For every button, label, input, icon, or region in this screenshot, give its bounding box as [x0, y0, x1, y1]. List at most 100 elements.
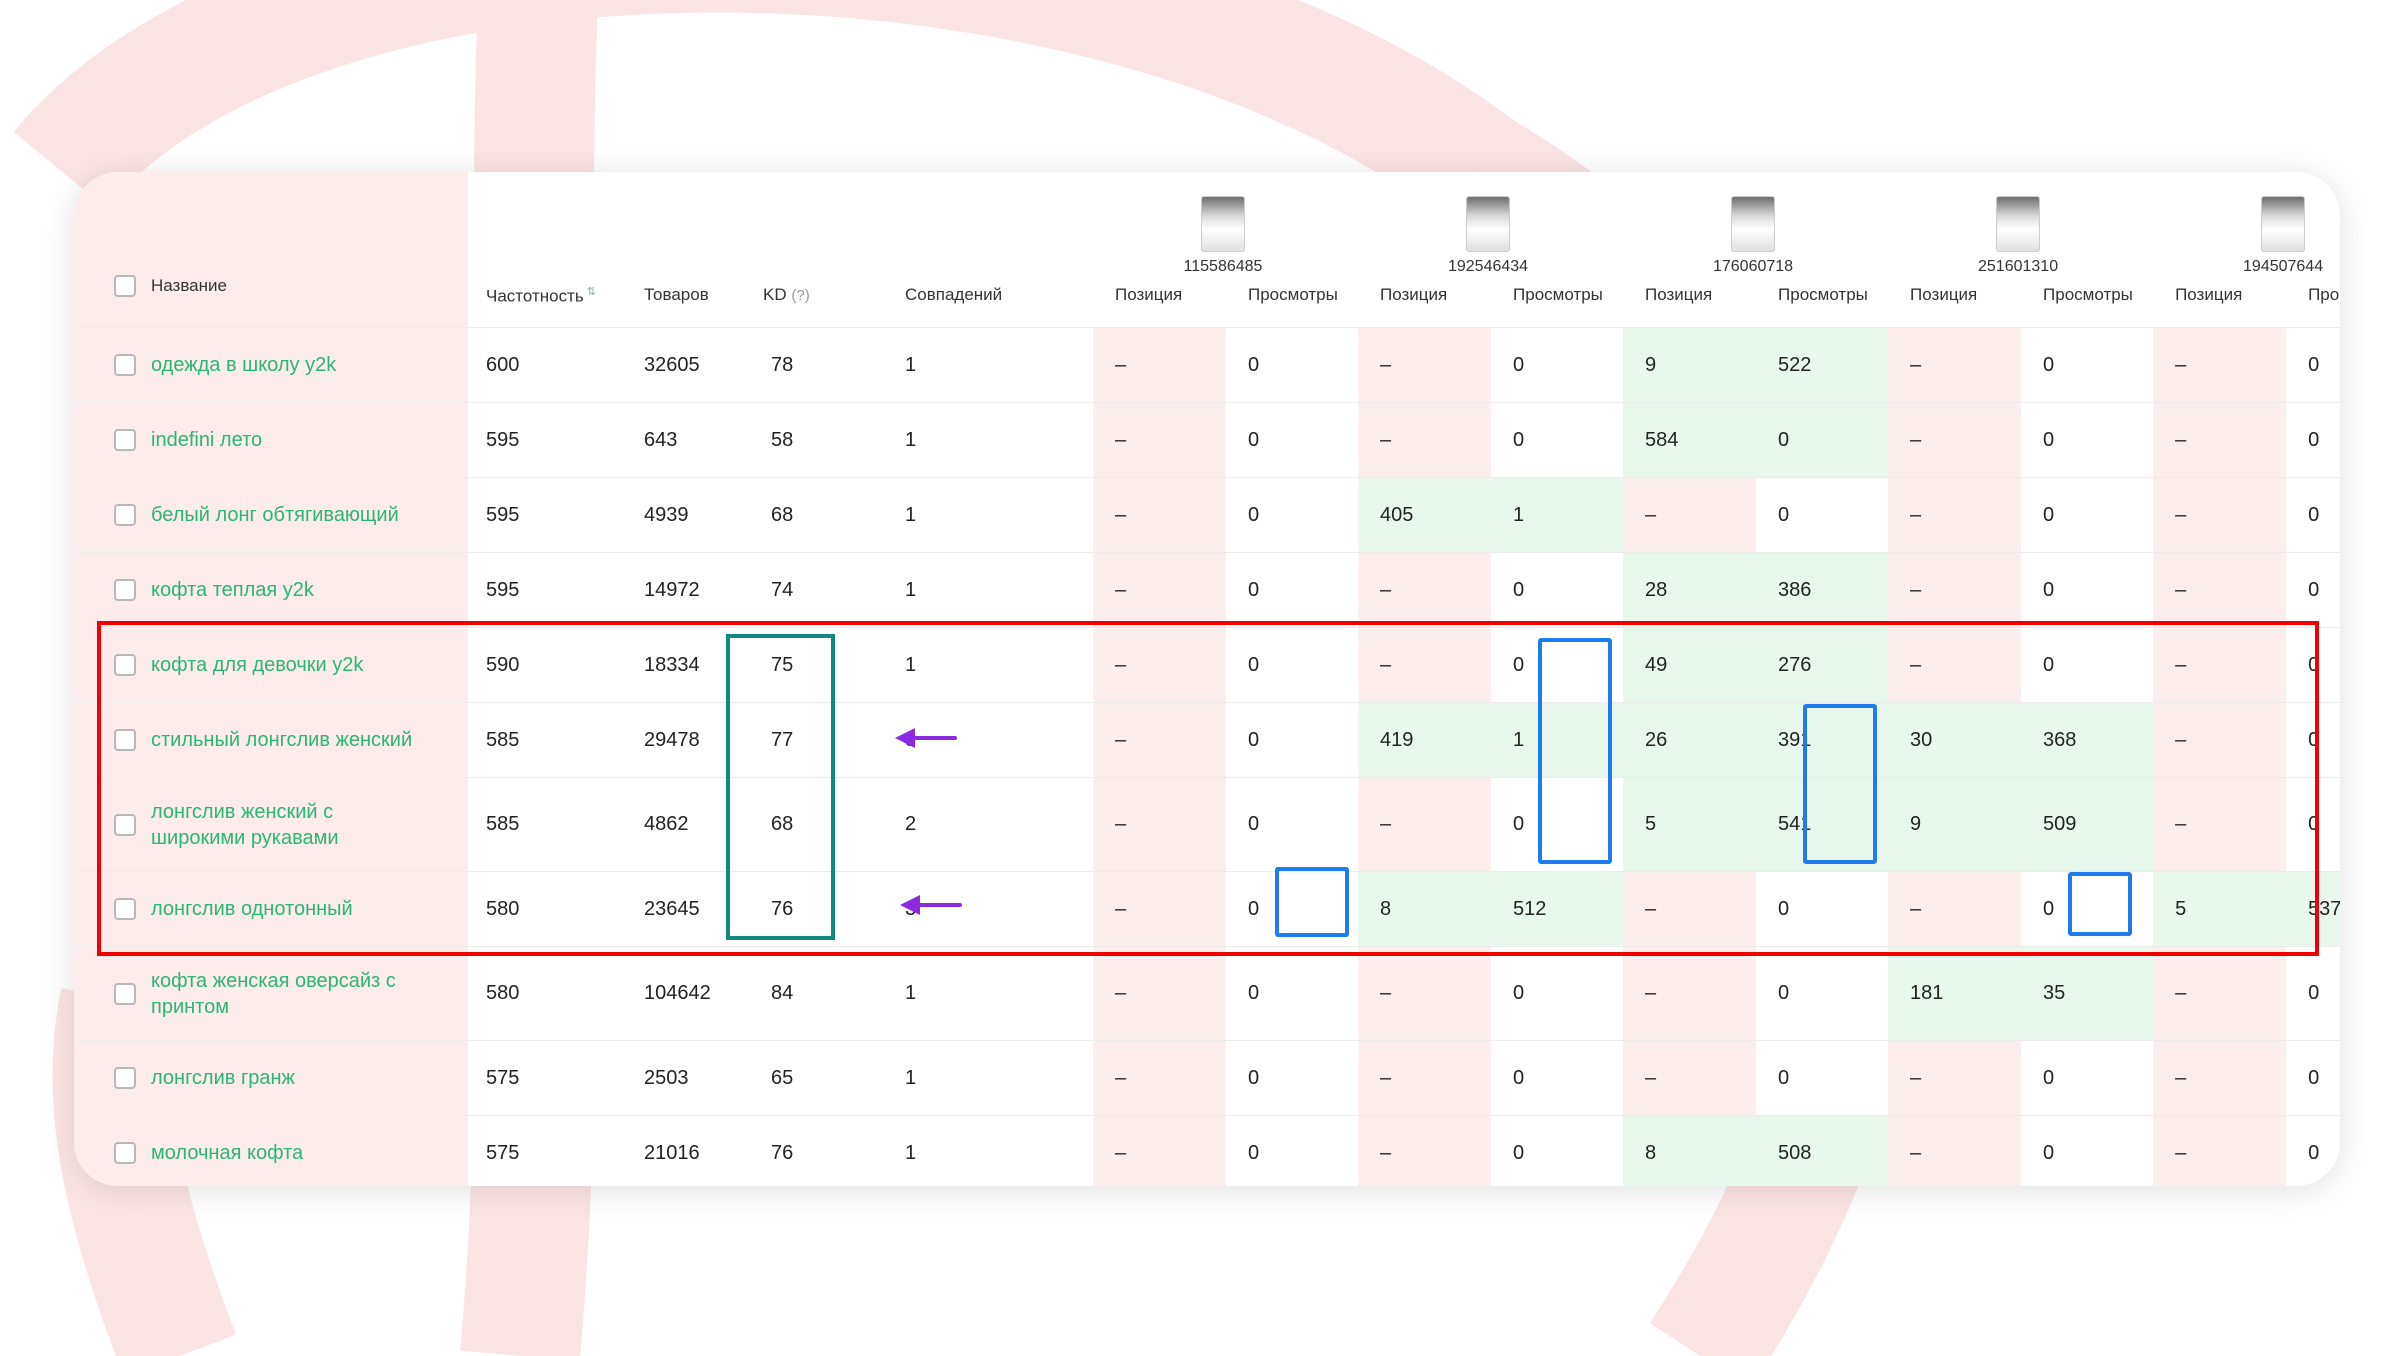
kd-cell: 74: [753, 552, 853, 628]
product-group-4: 251601310 Позиция Просмотры: [1888, 172, 2154, 328]
matches-cell: 1: [853, 477, 1093, 553]
views-cell: 0: [2286, 402, 2340, 478]
frequency-cell: 595: [468, 402, 626, 478]
position-cell: –: [1358, 327, 1492, 403]
keyword-link[interactable]: кофта женская оверсайз с принтом: [151, 968, 406, 1020]
views-cell: 0: [2286, 1040, 2340, 1116]
row-checkbox[interactable]: [114, 982, 136, 1005]
products-cell: 4939: [626, 477, 753, 553]
views-cell: 0: [1226, 552, 1359, 628]
product-id: 192546434: [1447, 258, 1529, 275]
product-thumbnail[interactable]: [1466, 196, 1511, 252]
products-cell: 32605: [626, 327, 753, 403]
position-cell: 28: [1623, 552, 1757, 628]
header-products: Товаров: [626, 172, 753, 328]
product-group-3: 176060718 Позиция Просмотры: [1623, 172, 1889, 328]
position-cell: –: [1358, 946, 1492, 1041]
keyword-link[interactable]: лонгслив гранж: [151, 1065, 295, 1091]
views-cell: 508: [1756, 1115, 1889, 1186]
arrow-icon: [900, 895, 962, 915]
views-cell: 0: [1226, 946, 1359, 1041]
views-cell: 0: [2021, 1040, 2154, 1116]
highlight-blue-192546434: [1275, 867, 1349, 937]
position-cell: –: [1093, 1115, 1226, 1186]
views-cell: 0: [1226, 477, 1359, 553]
header-kd: KD (?): [753, 172, 853, 328]
product-thumbnail[interactable]: [1996, 196, 2041, 252]
products-cell: 21016: [626, 1115, 753, 1186]
keyword-link[interactable]: одежда в школу y2k: [151, 352, 336, 378]
position-cell: –: [1093, 327, 1226, 403]
keyword-cell: кофта теплая y2k: [74, 552, 468, 628]
kd-cell: 58: [753, 402, 853, 478]
product-id: 115586485: [1183, 258, 1263, 275]
matches-cell: 1: [853, 946, 1093, 1041]
position-cell: –: [2153, 946, 2287, 1041]
frequency-cell: 595: [468, 552, 626, 628]
row-checkbox[interactable]: [114, 1067, 136, 1089]
header-frequency[interactable]: Частотность ⇅: [468, 172, 626, 328]
table-row: лонгслив гранж 575 2503 65 1–0–0–0–0–0: [74, 1040, 2340, 1116]
row-checkbox[interactable]: [114, 579, 136, 601]
help-icon[interactable]: (?): [791, 287, 809, 304]
keyword-link[interactable]: белый лонг обтягивающий: [151, 502, 399, 528]
position-cell: 405: [1358, 477, 1492, 553]
views-cell: 522: [1756, 327, 1889, 403]
position-cell: –: [1623, 1040, 1757, 1116]
position-cell: –: [2153, 1040, 2287, 1116]
position-cell: –: [2153, 1115, 2287, 1186]
subheader-views: Просмотры: [1248, 285, 1338, 304]
keyword-link[interactable]: indefini лето: [151, 427, 262, 453]
subheader-position: Позиция: [2175, 285, 2243, 304]
position-cell: –: [1888, 327, 2022, 403]
table-row: одежда в школу y2k 600 32605 78 1–0–0 9 522–0–…: [74, 327, 2340, 403]
table-row: молочная кофта 575 21016 76 1–0–0 8 508–0–0: [74, 1115, 2340, 1186]
product-thumbnail[interactable]: [1201, 196, 1245, 252]
matches-cell: 1: [853, 327, 1093, 403]
products-cell: 104642: [626, 946, 753, 1041]
keyword-link[interactable]: кофта теплая y2k: [151, 577, 314, 603]
frequency-cell: 575: [468, 1115, 626, 1186]
views-cell: 0: [2021, 327, 2154, 403]
table-header: Название Частотность ⇅ Товаров KD (?) Сов…: [74, 172, 2340, 328]
matches-cell: 1: [853, 552, 1093, 628]
views-cell: 1: [1491, 477, 1624, 553]
position-cell: 8: [1623, 1115, 1757, 1186]
subheader-views: Просмотры: [2043, 285, 2133, 304]
views-cell: 0: [1491, 1040, 1624, 1116]
views-cell: 0: [1491, 946, 1624, 1041]
keyword-cell: лонгслив гранж: [74, 1040, 468, 1116]
row-checkbox[interactable]: [114, 1142, 136, 1164]
product-thumbnail[interactable]: [1731, 196, 1776, 252]
row-checkbox[interactable]: [114, 504, 136, 526]
position-cell: –: [1358, 1040, 1492, 1116]
position-cell: 181: [1888, 946, 2022, 1041]
select-all-checkbox[interactable]: [114, 275, 136, 297]
position-cell: –: [1093, 1040, 1226, 1116]
position-cell: –: [1623, 477, 1757, 553]
row-checkbox[interactable]: [114, 429, 136, 451]
product-id: 251601310: [1978, 258, 2059, 275]
keyword-cell: кофта женская оверсайз с принтом: [74, 946, 468, 1041]
product-id: 194507644: [2243, 258, 2324, 275]
position-cell: –: [1888, 552, 2022, 628]
position-cell: –: [1888, 1115, 2022, 1186]
views-cell: 0: [1491, 552, 1624, 628]
position-cell: –: [1888, 477, 2022, 553]
product-thumbnail[interactable]: [2261, 196, 2306, 252]
highlight-kd-column: [726, 634, 835, 940]
sort-icon[interactable]: ⇅: [587, 286, 596, 298]
views-cell: 0: [2286, 327, 2340, 403]
subheader-position: Позиция: [1380, 285, 1448, 304]
keyword-link[interactable]: молочная кофта: [151, 1140, 303, 1166]
highlight-blue-176060718: [1538, 638, 1612, 864]
subheader-views: Просмотры: [1778, 285, 1868, 304]
matches-cell: 1: [853, 402, 1093, 478]
position-cell: 9: [1623, 327, 1757, 403]
row-checkbox[interactable]: [114, 354, 136, 376]
keyword-cell: молочная кофта: [74, 1115, 468, 1186]
keyword-cell: одежда в школу y2k: [74, 327, 468, 403]
position-cell: –: [1093, 402, 1226, 478]
position-cell: –: [1093, 552, 1226, 628]
product-group-1: 115586485 Позиция Просмотры: [1093, 172, 1359, 328]
